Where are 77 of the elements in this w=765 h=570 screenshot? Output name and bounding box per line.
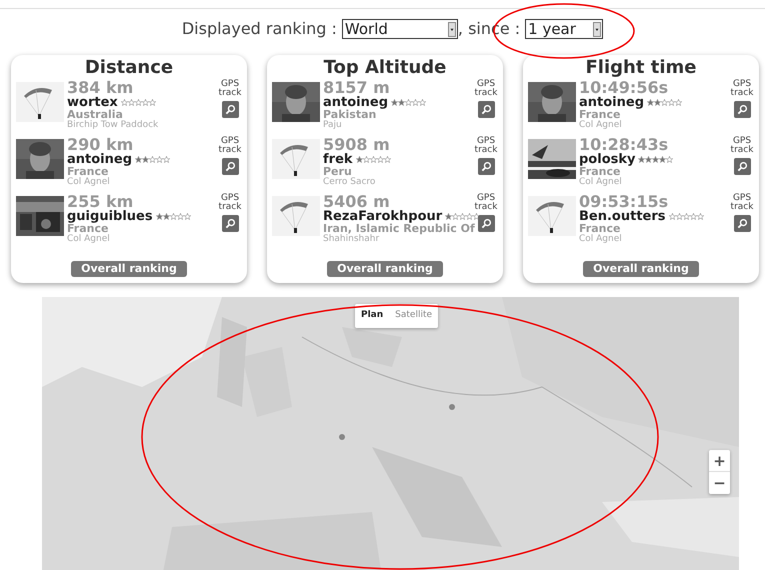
- country: France: [67, 166, 108, 177]
- pilot-name[interactable]: wortex: [67, 96, 118, 109]
- ranking-label: Displayed ranking :: [182, 18, 337, 40]
- gps-label: GPS track: [474, 137, 498, 155]
- country: France: [579, 223, 620, 234]
- result-value: 5908 m: [323, 137, 391, 153]
- country: Peru: [323, 166, 352, 177]
- search-button[interactable]: [734, 158, 750, 175]
- search-button[interactable]: [734, 215, 750, 232]
- result-value: 5406 m: [323, 194, 390, 210]
- search-icon: [736, 218, 748, 229]
- country: Pakistan: [323, 109, 376, 120]
- map-type-tab[interactable]: Satellite: [389, 304, 438, 328]
- search-icon: [224, 104, 236, 115]
- search-button[interactable]: [734, 101, 750, 118]
- search-icon: [736, 161, 748, 172]
- gps-label: GPS track: [730, 80, 754, 98]
- country: France: [579, 166, 620, 177]
- site-name: Birchip Tow Paddock: [67, 120, 160, 130]
- search-icon: [736, 104, 748, 115]
- gps-label: GPS track: [474, 80, 498, 98]
- result-value: 384 km: [67, 80, 134, 96]
- overall-ranking-button[interactable]: Overall ranking: [583, 261, 699, 277]
- search-icon: [224, 218, 236, 229]
- result-value: 255 km: [67, 194, 134, 210]
- site-name: Paju: [323, 120, 343, 130]
- search-button[interactable]: [222, 158, 238, 175]
- site-name: Col Agnel: [579, 234, 623, 244]
- gps-label: GPS track: [474, 194, 498, 212]
- search-button[interactable]: [222, 101, 238, 118]
- dropdown[interactable]: World: [342, 19, 458, 39]
- gps-label: GPS track: [730, 137, 754, 155]
- pilot-name[interactable]: Ben.outters: [579, 210, 666, 223]
- overall-ranking-button[interactable]: Overall ranking: [71, 261, 187, 277]
- card-title: Flight time: [584, 57, 698, 79]
- map-type-tab[interactable]: Plan: [355, 304, 390, 328]
- zoom-out-button[interactable]: −: [709, 472, 730, 494]
- result-value: 290 km: [67, 137, 134, 153]
- dropdown[interactable]: 1 year: [525, 19, 604, 39]
- card-title: Top Altitude: [322, 57, 448, 79]
- search-icon: [224, 161, 236, 172]
- country: Australia: [67, 109, 123, 120]
- gps-label: GPS track: [218, 80, 242, 98]
- site-name: Col Agnel: [67, 234, 111, 244]
- site-name: Col Agnel: [579, 177, 623, 187]
- gps-label: GPS track: [218, 194, 242, 212]
- pilot-name[interactable]: RezaFarokhpour: [323, 210, 442, 223]
- search-button[interactable]: [478, 158, 494, 175]
- country: France: [67, 223, 108, 234]
- overall-ranking-button[interactable]: Overall ranking: [327, 261, 443, 277]
- pilot-name[interactable]: guiguiblues: [67, 210, 153, 223]
- search-icon: [480, 161, 492, 172]
- pilot-name[interactable]: antoineg: [579, 96, 644, 109]
- pilot-name[interactable]: frek: [323, 153, 353, 166]
- caret-icon: [593, 22, 602, 36]
- search-icon: [480, 218, 492, 229]
- card-title: Distance: [84, 57, 174, 79]
- result-value: 8157 m: [323, 80, 391, 96]
- pilot-name[interactable]: polosky: [579, 153, 636, 166]
- gps-label: GPS track: [730, 194, 754, 212]
- result-value: 10:49:56s: [579, 80, 670, 96]
- site-name: Col Agnel: [579, 120, 623, 130]
- result-value: 09:53:15s: [579, 194, 670, 210]
- pilot-name[interactable]: antoineg: [323, 96, 388, 109]
- gps-label: GPS track: [218, 137, 242, 155]
- result-value: 10:28:43s: [579, 137, 670, 153]
- zoom-in-button[interactable]: +: [709, 450, 730, 472]
- search-button[interactable]: [222, 215, 238, 232]
- caret-icon: [448, 22, 456, 36]
- search-button[interactable]: [478, 215, 494, 232]
- site-name: Cerro Sacro: [323, 177, 376, 187]
- pilot-name[interactable]: antoineg: [67, 153, 132, 166]
- site-name: Col Agnel: [67, 177, 111, 187]
- country: France: [579, 109, 620, 120]
- search-button[interactable]: [478, 101, 494, 118]
- site-name: Shahinshahr: [323, 234, 380, 244]
- search-icon: [480, 104, 492, 115]
